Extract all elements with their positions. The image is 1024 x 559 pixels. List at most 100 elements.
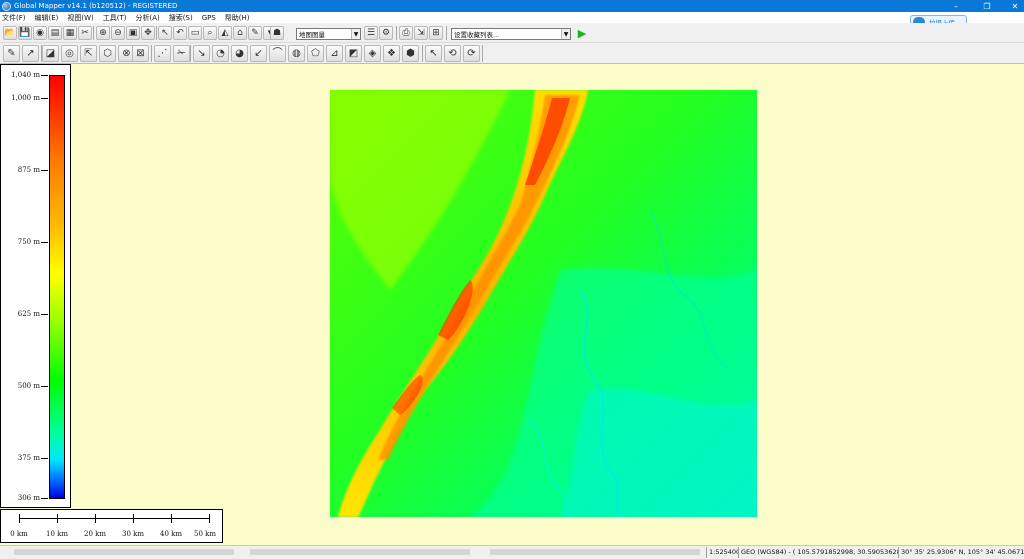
legend-tick <box>41 314 48 315</box>
pan-icon[interactable]: ✥ <box>141 26 155 40</box>
menu-gps[interactable]: GPS <box>202 14 216 22</box>
title-bar: Global Mapper v14.1 (b120512) - REGISTER… <box>0 0 1024 12</box>
digitizer-icon[interactable]: ✎ <box>248 26 262 40</box>
menu-tools[interactable]: 工具(T) <box>103 13 127 23</box>
full-view-icon[interactable]: ▣ <box>126 26 140 40</box>
menu-file[interactable]: 文件(F) <box>2 13 26 23</box>
legend-label-375: 375 m <box>17 454 40 462</box>
draw-arrow-icon[interactable]: ⇱ <box>80 45 97 62</box>
bookmark-combo-value: 设置收藏列表... <box>454 31 500 39</box>
vertex-icon[interactable]: ⋰ <box>154 45 171 62</box>
feature-tool-icon-13[interactable]: ↖ <box>425 45 442 62</box>
play-icon[interactable]: ▶ <box>575 26 589 40</box>
map-catalog-icon[interactable]: ▤ <box>48 26 62 40</box>
edit-feature-icon[interactable]: ✎ <box>3 45 20 62</box>
feature-tool-icon-7[interactable]: ⬠ <box>307 45 324 62</box>
legend-tick <box>41 498 48 499</box>
menu-edit[interactable]: 编辑(E) <box>35 13 59 23</box>
legend-label-875: 875 m <box>17 166 40 174</box>
legend-tick <box>41 242 48 243</box>
scrollbar-thumb[interactable] <box>250 549 470 555</box>
layer-combo-value: 地图图量 <box>299 31 325 39</box>
feature-tool-icon-5[interactable]: ⌒ <box>269 45 286 62</box>
feature-tool-icon-10[interactable]: ◈ <box>364 45 381 62</box>
draw-circle-icon[interactable]: ◎ <box>61 45 78 62</box>
toolbar-separator <box>190 45 191 62</box>
grid-icon[interactable]: ⊠ <box>132 45 149 62</box>
config-icon[interactable]: ▦ <box>63 26 77 40</box>
feature-tool-icon-11[interactable]: ❖ <box>383 45 400 62</box>
scrollbar-thumb[interactable] <box>490 549 700 555</box>
layer-combo[interactable]: 地图图量 ▼ <box>296 28 361 40</box>
path-profile-icon[interactable]: ⌂ <box>233 26 247 40</box>
globe-app-icon <box>2 1 11 11</box>
scale-bar: 0 km 10 km 20 km 30 km 40 km 50 km <box>0 509 223 543</box>
draw-shape-icon[interactable]: ⬡ <box>99 45 116 62</box>
feature-tool-icon-12[interactable]: ⬢ <box>402 45 419 62</box>
minimize-button[interactable]: – <box>941 0 971 12</box>
toolbar-separator <box>151 45 152 62</box>
window-title: Global Mapper v14.1 (b120512) - REGISTER… <box>14 2 178 10</box>
legend-tick <box>41 75 48 76</box>
feature-tool-icon-15[interactable]: ⟳ <box>463 45 480 62</box>
legend-tick <box>41 386 48 387</box>
legend-label-1040: 1,040 m <box>11 71 40 79</box>
bookmark-combo[interactable]: 设置收藏列表... ▼ <box>451 28 571 40</box>
toolbar-separator <box>156 26 157 40</box>
legend-tick <box>41 458 48 459</box>
save-icon[interactable]: 💾 <box>18 26 32 40</box>
zoom-out-icon[interactable]: ⊖ <box>111 26 125 40</box>
feature-tool-icon-9[interactable]: ◩ <box>345 45 362 62</box>
horizontal-scrollbar[interactable] <box>0 546 706 559</box>
select-arrow-icon[interactable]: ↖ <box>158 26 172 40</box>
3d-view-icon[interactable]: ◭ <box>218 26 232 40</box>
view-shed-icon[interactable]: ☗ <box>270 26 284 40</box>
chevron-down-icon: ▼ <box>351 29 360 39</box>
search-icon[interactable]: ⌕ <box>203 26 217 40</box>
scale-label-30: 30 km <box>121 530 144 538</box>
menu-search[interactable]: 搜索(S) <box>169 13 193 23</box>
globe-icon[interactable]: ◉ <box>33 26 47 40</box>
legend-label-750: 750 m <box>17 238 40 246</box>
close-button[interactable]: ✕ <box>1000 0 1024 12</box>
feature-tool-icon-8[interactable]: ⊿ <box>326 45 343 62</box>
menu-bar: 文件(F) 编辑(E) 视图(W) 工具(T) 分析(A) 搜索(S) GPS … <box>0 12 1024 23</box>
layer-options-icon[interactable]: ⚙ <box>379 26 393 40</box>
measure-icon[interactable]: ▭ <box>188 26 202 40</box>
feature-tool-icon-4[interactable]: ↙ <box>250 45 267 62</box>
maximize-button[interactable]: ❐ <box>972 0 1002 12</box>
scale-tick <box>57 514 58 523</box>
toolbar-separator <box>446 26 447 40</box>
export-icon[interactable]: ⇲ <box>414 26 428 40</box>
elevation-raster <box>330 90 757 517</box>
feature-tool-icon-2[interactable]: ◔ <box>212 45 229 62</box>
toolbar-separator <box>482 45 483 62</box>
tools-icon[interactable]: ✂ <box>78 26 92 40</box>
chevron-down-icon: ▼ <box>561 29 570 39</box>
feature-tool-icon-3[interactable]: ◕ <box>231 45 248 62</box>
feature-tool-icon-6[interactable]: ◍ <box>288 45 305 62</box>
scale-label-0: 0 km <box>10 530 28 538</box>
draw-area-icon[interactable]: ◪ <box>42 45 59 62</box>
toolbar-separator <box>396 26 397 40</box>
zoom-in-icon[interactable]: ⊕ <box>96 26 110 40</box>
feature-tool-icon-1[interactable]: ↘ <box>193 45 210 62</box>
scrollbar-thumb[interactable] <box>14 549 234 555</box>
feature-tool-icon-14[interactable]: ⟲ <box>444 45 461 62</box>
menu-help[interactable]: 帮助(H) <box>225 13 250 23</box>
main-toolbar: 📂 💾 ◉ ▤ ▦ ✂ ⊕ ⊖ ▣ ✥ ↖ ↶ ▭ ⌕ ◭ ⌂ ✎ ▾ ☗ 地图… <box>0 23 1024 43</box>
create-line-icon[interactable]: ↗ <box>22 45 39 62</box>
undo-icon[interactable]: ↶ <box>173 26 187 40</box>
open-folder-icon[interactable]: 📂 <box>3 26 17 40</box>
layer-control-icon[interactable]: ☰ <box>364 26 378 40</box>
split-icon[interactable]: ✁ <box>173 45 190 62</box>
scale-label-50: 50 km <box>193 530 216 538</box>
legend-tick <box>41 98 48 99</box>
print-icon[interactable]: ⎙ <box>399 26 413 40</box>
menu-analysis[interactable]: 分析(A) <box>136 13 160 23</box>
menu-view[interactable]: 视图(W) <box>67 13 93 23</box>
elevation-map-view[interactable] <box>330 90 757 517</box>
scale-line <box>19 518 210 519</box>
legend-tick <box>41 170 48 171</box>
capture-icon[interactable]: ⊞ <box>429 26 443 40</box>
